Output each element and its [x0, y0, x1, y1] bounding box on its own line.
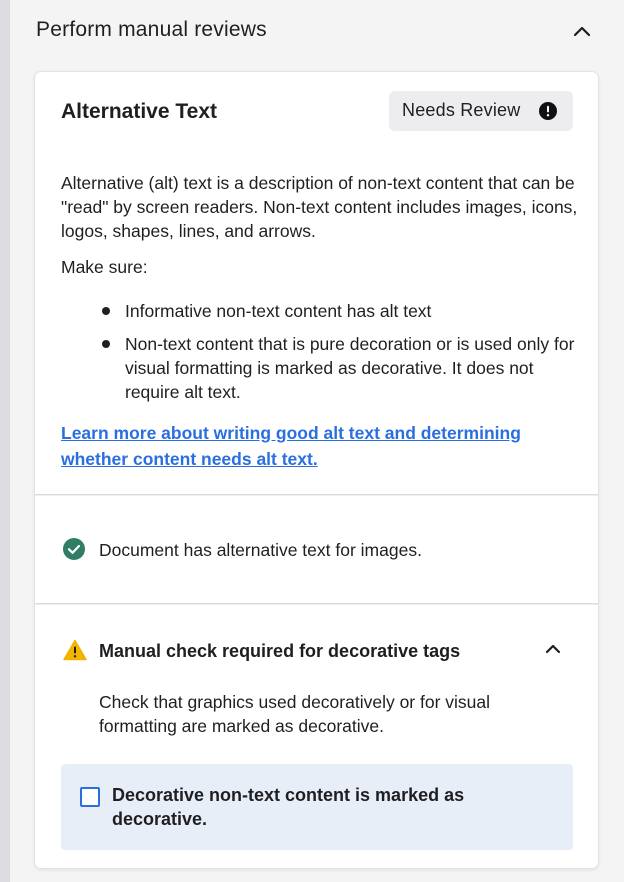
alt-text-card: Alternative Text Needs Review Alternativ…: [35, 72, 598, 868]
pass-check-row: Document has alternative text for images…: [61, 536, 581, 566]
check-circle-icon: [63, 538, 85, 560]
make-sure-label: Make sure:: [61, 257, 148, 277]
list-item-text: Non-text content that is pure decoration…: [125, 334, 575, 402]
list-item-text: Informative non-text content has alt tex…: [125, 301, 432, 321]
bullet-icon: [102, 340, 110, 348]
manual-check-description: Check that graphics used decoratively or…: [99, 692, 491, 736]
chevron-up-icon[interactable]: [541, 637, 565, 661]
status-badge-label: Needs Review: [402, 100, 521, 120]
section-header[interactable]: Perform manual reviews: [10, 0, 624, 64]
divider: [35, 494, 598, 495]
alt-text-description: Alternative (alt) text is a description …: [61, 173, 578, 241]
manual-check-title: Manual check required for decorative tag…: [99, 641, 461, 661]
decorative-checkbox[interactable]: [80, 787, 100, 807]
divider: [35, 603, 598, 604]
list-item: Non-text content that is pure decoration…: [61, 332, 581, 404]
list-item: Informative non-text content has alt tex…: [61, 299, 581, 323]
section-title: Perform manual reviews: [36, 18, 267, 41]
left-sidebar-edge: [0, 0, 10, 882]
exclamation-circle-icon: [539, 102, 557, 120]
bullet-icon: [102, 307, 110, 315]
status-badge: Needs Review: [389, 91, 573, 131]
chevron-up-icon[interactable]: [570, 20, 594, 44]
requirements-list: Informative non-text content has alt tex…: [61, 299, 581, 413]
warning-triangle-icon: [63, 639, 87, 661]
manual-check-header[interactable]: Manual check required for decorative tag…: [61, 637, 571, 667]
decorative-checkbox-container: Decorative non-text content is marked as…: [61, 764, 573, 850]
decorative-checkbox-label[interactable]: Decorative non-text content is marked as…: [112, 783, 542, 831]
card-title: Alternative Text: [61, 100, 217, 123]
pass-check-text: Document has alternative text for images…: [99, 540, 422, 560]
learn-more-link[interactable]: Learn more about writing good alt text a…: [61, 420, 541, 472]
manual-review-panel: Perform manual reviews Alternative Text …: [10, 0, 624, 882]
